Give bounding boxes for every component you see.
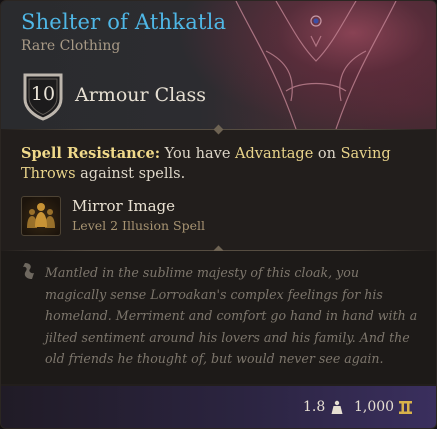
spell-resistance-property: Spell Resistance: You have Advantage on … [21,144,421,184]
gold-coin-icon [399,401,412,414]
property-text: on [313,146,341,162]
item-tooltip: Shelter of Athkatla Rare Clothing 10 Arm… [0,0,437,429]
cloak-pattern-icon [235,1,397,129]
gold-value: 1,000 [354,399,395,415]
flavor-text: Mantled in the sublime majesty of this c… [45,265,418,366]
item-rarity-type: Rare Clothing [21,38,121,54]
property-text: You have [160,146,236,162]
property-text: against spells. [75,166,186,182]
spell-figures-icon [27,203,55,228]
weight-value: 1.8 [303,399,326,415]
armour-class-value: 10 [30,83,56,105]
spell-resistance-label: Spell Resistance: [21,145,161,162]
spell-level-school: Level 2 Illusion Spell [72,218,205,233]
quote-icon [23,263,34,279]
item-title: Shelter of Athkatla [21,10,227,34]
spell-name[interactable]: Mirror Image [72,197,175,215]
armour-class-label: Armour Class [75,84,207,106]
tooltip-header: Shelter of Athkatla Rare Clothing 10 Arm… [1,1,436,129]
weight-icon [331,400,343,414]
advantage-keyword[interactable]: Advantage [235,146,313,162]
mirror-image-icon[interactable] [21,196,61,236]
